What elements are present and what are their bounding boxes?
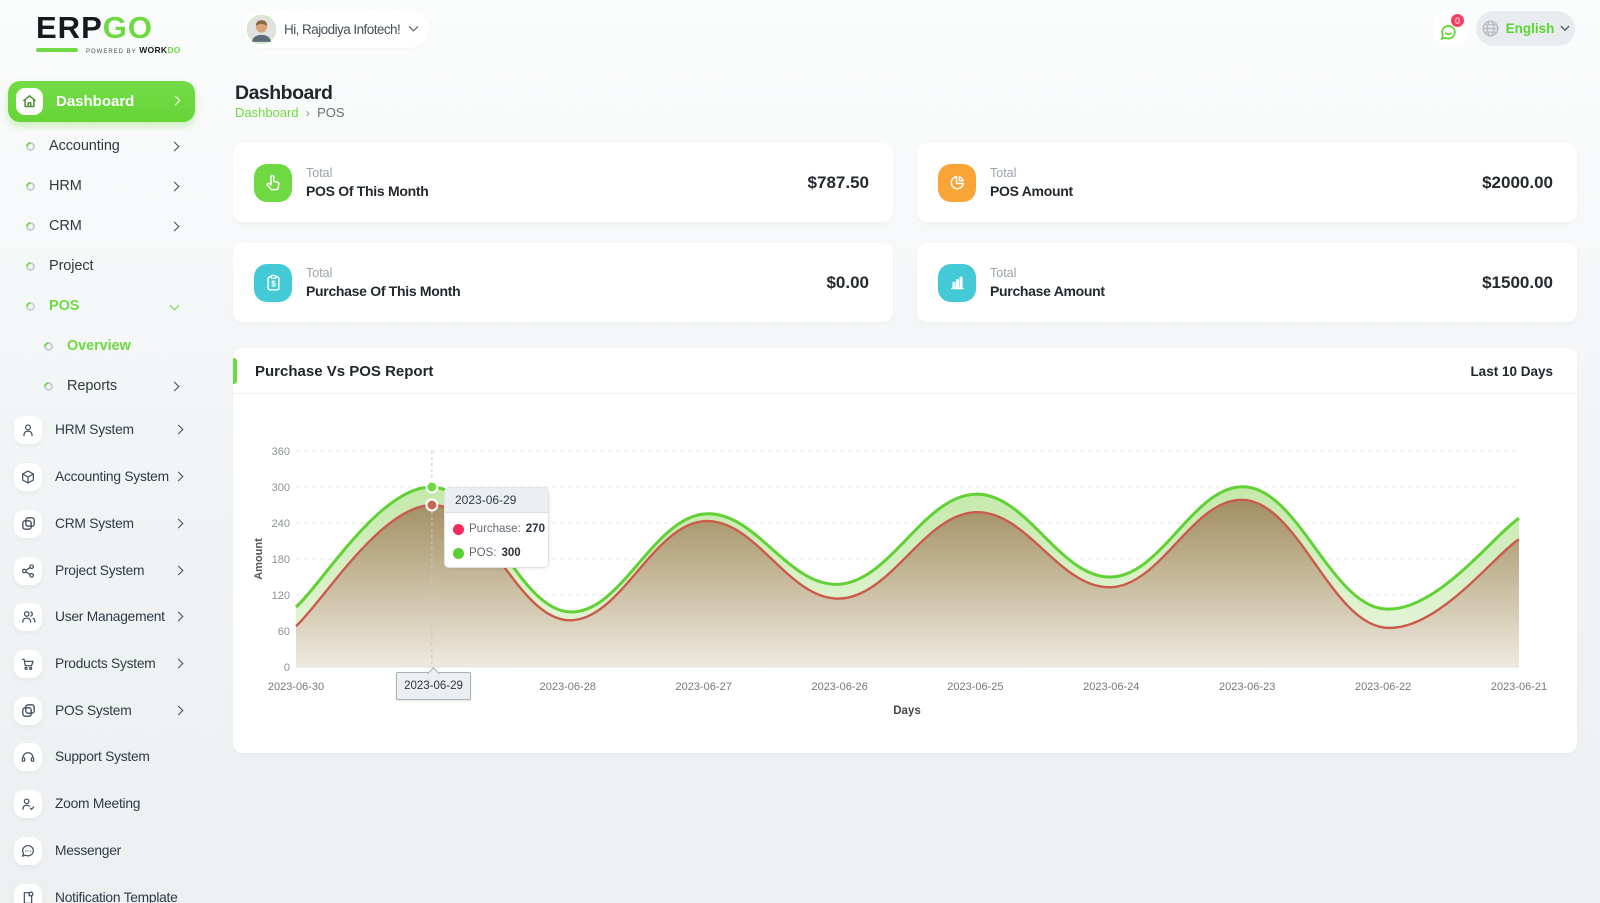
svg-text:2023-06-26: 2023-06-26 — [811, 681, 867, 693]
svg-text:2023-06-25: 2023-06-25 — [947, 681, 1003, 693]
svg-text:0: 0 — [284, 662, 290, 674]
svg-text:180: 180 — [272, 554, 290, 566]
svg-text:2023-06-21: 2023-06-21 — [1491, 681, 1547, 693]
svg-text:360: 360 — [272, 446, 290, 458]
svg-text:60: 60 — [278, 626, 290, 638]
svg-text:2023-06-28: 2023-06-28 — [540, 681, 596, 693]
svg-text:2023-06-22: 2023-06-22 — [1355, 681, 1411, 693]
svg-text:2023-06-23: 2023-06-23 — [1219, 681, 1275, 693]
svg-text:240: 240 — [272, 518, 290, 530]
svg-text:2023-06-30: 2023-06-30 — [268, 681, 324, 693]
svg-text:Days: Days — [893, 705, 921, 717]
svg-text:300: 300 — [272, 482, 290, 494]
svg-text:2023-06-24: 2023-06-24 — [1083, 681, 1139, 693]
svg-text:Amount: Amount — [253, 538, 265, 580]
svg-text:2023-06-27: 2023-06-27 — [676, 681, 732, 693]
svg-text:120: 120 — [272, 590, 290, 602]
